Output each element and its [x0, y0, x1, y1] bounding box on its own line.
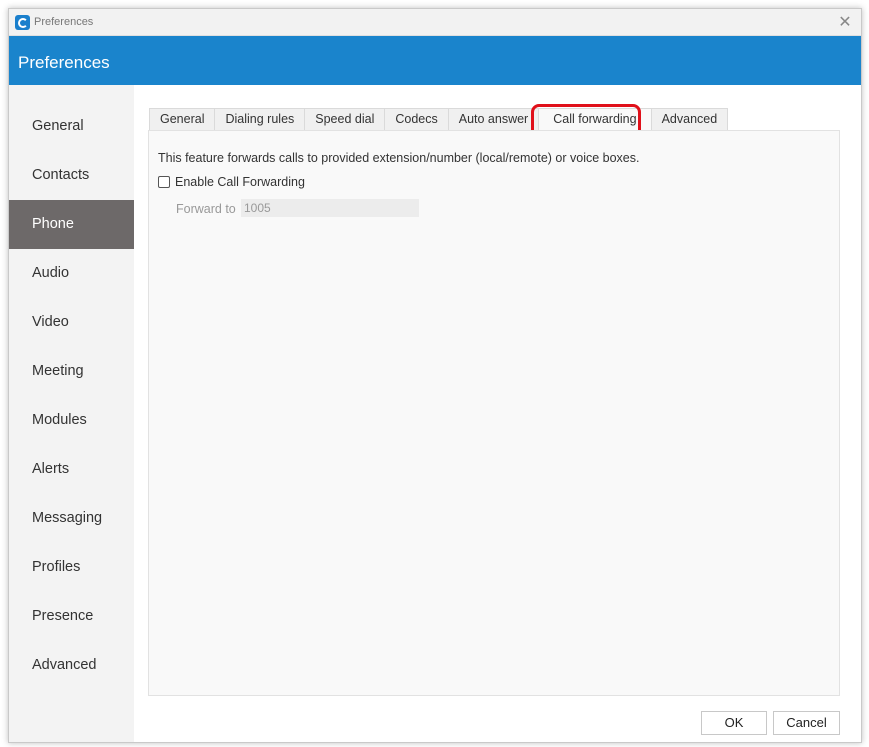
header-bar: Preferences — [9, 36, 861, 85]
close-icon[interactable]: ✕ — [835, 13, 855, 33]
sidebar-item-general[interactable]: General — [9, 102, 134, 151]
preferences-window: Preferences ✕ Preferences General Contac… — [8, 8, 862, 743]
sidebar-item-alerts[interactable]: Alerts — [9, 445, 134, 494]
app-logo-icon — [15, 15, 30, 30]
feature-description: This feature forwards calls to provided … — [158, 151, 640, 165]
cancel-button[interactable]: Cancel — [773, 711, 840, 735]
enable-forwarding-label[interactable]: Enable Call Forwarding — [175, 175, 305, 189]
sidebar: General Contacts Phone Audio Video Meeti… — [9, 85, 134, 742]
sidebar-item-phone[interactable]: Phone — [9, 200, 134, 249]
tab-general[interactable]: General — [149, 108, 215, 130]
sidebar-item-contacts[interactable]: Contacts — [9, 151, 134, 200]
ok-button[interactable]: OK — [701, 711, 767, 735]
sidebar-item-advanced[interactable]: Advanced — [9, 641, 134, 690]
forward-to-label: Forward to — [176, 202, 236, 216]
call-forwarding-panel: This feature forwards calls to provided … — [148, 130, 840, 696]
title-bar: Preferences ✕ — [9, 9, 861, 36]
window-title: Preferences — [34, 16, 94, 28]
content-area: General Dialing rules Speed dial Codecs … — [134, 85, 861, 742]
sidebar-item-meeting[interactable]: Meeting — [9, 347, 134, 396]
sidebar-item-profiles[interactable]: Profiles — [9, 543, 134, 592]
sidebar-item-audio[interactable]: Audio — [9, 249, 134, 298]
sidebar-item-messaging[interactable]: Messaging — [9, 494, 134, 543]
tab-bar: General Dialing rules Speed dial Codecs … — [149, 108, 729, 131]
tab-codecs[interactable]: Codecs — [384, 108, 448, 130]
tab-dialing-rules[interactable]: Dialing rules — [214, 108, 305, 130]
enable-forwarding-checkbox[interactable] — [158, 176, 170, 188]
sidebar-item-presence[interactable]: Presence — [9, 592, 134, 641]
tab-advanced[interactable]: Advanced — [650, 108, 729, 130]
sidebar-item-video[interactable]: Video — [9, 298, 134, 347]
enable-forwarding-row: Enable Call Forwarding — [158, 175, 305, 189]
tab-speed-dial[interactable]: Speed dial — [304, 108, 385, 130]
forward-to-input[interactable] — [241, 199, 419, 217]
tab-auto-answer[interactable]: Auto answer — [447, 108, 539, 130]
tab-call-forwarding[interactable]: Call forwarding — [538, 108, 651, 131]
sidebar-item-modules[interactable]: Modules — [9, 396, 134, 445]
page-title: Preferences — [18, 53, 110, 72]
